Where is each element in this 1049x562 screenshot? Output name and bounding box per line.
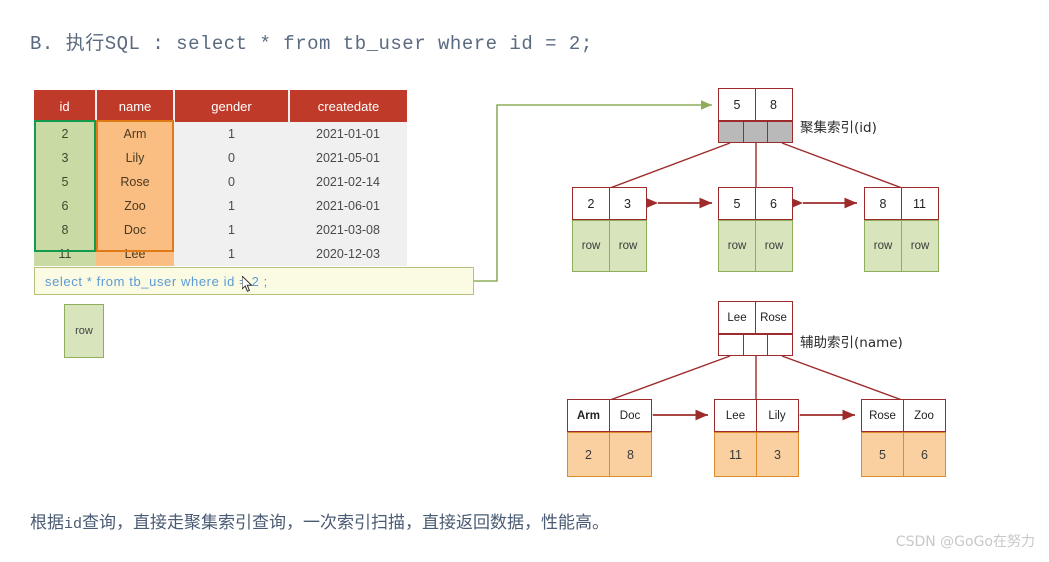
clustered-root-pointer — [767, 121, 793, 143]
table-header-row: id name gender createdate — [34, 90, 407, 122]
clustered-root-to-leaf-lines — [609, 142, 903, 189]
mouse-cursor-icon — [242, 276, 253, 292]
returned-row-label: row — [75, 325, 93, 337]
secondary-leaf-key: Doc — [608, 399, 652, 432]
cell-id: 8 — [34, 218, 96, 242]
table-row: 6 Zoo 1 2021-06-01 — [34, 194, 407, 218]
cell-name: Zoo — [96, 194, 174, 218]
cell-createdate: 2021-03-08 — [289, 218, 407, 242]
cell-name: Lee — [96, 242, 174, 266]
secondary-root-to-leaf-lines — [609, 355, 903, 401]
clustered-root-node: 5 8 — [718, 88, 793, 143]
secondary-leaf-data: 3 — [756, 432, 799, 477]
cell-createdate: 2021-05-01 — [289, 146, 407, 170]
clustered-leaf-data: row — [864, 220, 902, 272]
clustered-leaf-data: row — [572, 220, 610, 272]
clustered-leaf-node: 5 6 row row — [718, 187, 793, 272]
clustered-root-pointer — [742, 121, 769, 143]
cell-id: 6 — [34, 194, 96, 218]
secondary-root-pointer — [742, 334, 769, 356]
clustered-leaf-data: row — [755, 220, 793, 272]
cell-gender: 1 — [174, 218, 289, 242]
table-row: 3 Lily 0 2021-05-01 — [34, 146, 407, 170]
table-row: 11 Lee 1 2020-12-03 — [34, 242, 407, 266]
clustered-leaf-key: 11 — [900, 187, 939, 220]
column-header-id: id — [34, 90, 97, 122]
secondary-leaf-data: 8 — [609, 432, 652, 477]
secondary-leaf-data: 11 — [714, 432, 757, 477]
footer-part1: 根据 — [30, 513, 64, 533]
cell-gender: 0 — [174, 170, 289, 194]
clustered-root-key: 5 — [718, 88, 756, 121]
secondary-leaf-data: 5 — [861, 432, 904, 477]
clustered-leaf-key: 3 — [608, 187, 647, 220]
clustered-root-key: 8 — [754, 88, 793, 121]
clustered-leaf-key: 5 — [718, 187, 756, 220]
clustered-leaf-node: 8 11 row row — [864, 187, 939, 272]
secondary-root-key: Lee — [718, 301, 756, 334]
heading-separator: : — [140, 33, 177, 55]
clustered-leaf-data: row — [718, 220, 756, 272]
returned-row-block: row — [64, 304, 104, 358]
secondary-leaf-node: Lee Lily 11 3 — [714, 399, 799, 477]
clustered-leaf-data: row — [901, 220, 939, 272]
data-table: id name gender createdate 2 Arm 1 2021-0… — [34, 90, 407, 266]
column-header-name: name — [96, 90, 175, 122]
secondary-root-node: Lee Rose — [718, 301, 793, 356]
secondary-leaf-key: Lily — [755, 399, 799, 432]
secondary-root-key: Rose — [754, 301, 793, 334]
cell-gender: 0 — [174, 146, 289, 170]
cell-id: 11 — [34, 242, 96, 266]
page-title: B. 执行SQL : select * from tb_user where i… — [30, 28, 593, 55]
table-row: 5 Rose 0 2021-02-14 — [34, 170, 407, 194]
cell-id: 5 — [34, 170, 96, 194]
clustered-root-pointer — [718, 121, 744, 143]
heading-sql: select * from tb_user where id = 2; — [176, 33, 593, 55]
secondary-leaf-node: Rose Zoo 5 6 — [861, 399, 946, 477]
clustered-leaf-data: row — [609, 220, 647, 272]
cell-createdate: 2021-01-01 — [289, 122, 407, 146]
footer-mono: id — [64, 516, 83, 533]
footer-part2: 查询，直接走聚集索引查询，一次索引扫描，直接返回数据，性能高。 — [82, 513, 610, 533]
secondary-index-label: 辅助索引(name) — [800, 335, 903, 351]
sql-input-value: select * from tb_user where id = 2 ; — [45, 273, 268, 289]
cell-gender: 1 — [174, 242, 289, 266]
cell-createdate: 2021-06-01 — [289, 194, 407, 218]
cell-gender: 1 — [174, 122, 289, 146]
cell-name: Doc — [96, 218, 174, 242]
secondary-root-pointer — [767, 334, 793, 356]
heading-cn: 执行 — [65, 32, 105, 54]
secondary-leaf-data: 2 — [567, 432, 610, 477]
clustered-leaf-key: 2 — [572, 187, 610, 220]
secondary-leaf-data: 6 — [903, 432, 946, 477]
column-header-createdate: createdate — [289, 90, 407, 122]
table-row: 8 Doc 1 2021-03-08 — [34, 218, 407, 242]
secondary-leaf-key: Arm — [567, 399, 610, 432]
secondary-leaf-key: Rose — [861, 399, 904, 432]
clustered-leaf-key: 6 — [754, 187, 793, 220]
column-header-gender: gender — [174, 90, 290, 122]
table-row: 2 Arm 1 2021-01-01 — [34, 122, 407, 146]
cell-createdate: 2021-02-14 — [289, 170, 407, 194]
cell-id: 2 — [34, 122, 96, 146]
watermark: CSDN @GoGo在努力 — [895, 534, 1035, 550]
diagram-canvas: B. 执行SQL : select * from tb_user where i… — [0, 0, 1049, 562]
cell-name: Arm — [96, 122, 174, 146]
footer-note: 根据id查询，直接走聚集索引查询，一次索引扫描，直接返回数据，性能高。 — [30, 508, 609, 533]
cell-name: Rose — [96, 170, 174, 194]
secondary-leaf-key: Lee — [714, 399, 757, 432]
secondary-root-pointer — [718, 334, 744, 356]
sql-input[interactable]: select * from tb_user where id = 2 ; — [34, 267, 474, 295]
cell-id: 3 — [34, 146, 96, 170]
heading-prefix: B. — [30, 33, 66, 55]
clustered-leaf-node: 2 3 row row — [572, 187, 647, 272]
clustered-index-label: 聚集索引(id) — [800, 120, 877, 136]
clustered-leaf-key: 8 — [864, 187, 902, 220]
heading-sql-label: SQL — [104, 33, 141, 55]
cell-createdate: 2020-12-03 — [289, 242, 407, 266]
secondary-leaf-node: Arm Doc 2 8 — [567, 399, 652, 477]
secondary-leaf-key: Zoo — [902, 399, 946, 432]
cell-gender: 1 — [174, 194, 289, 218]
cell-name: Lily — [96, 146, 174, 170]
